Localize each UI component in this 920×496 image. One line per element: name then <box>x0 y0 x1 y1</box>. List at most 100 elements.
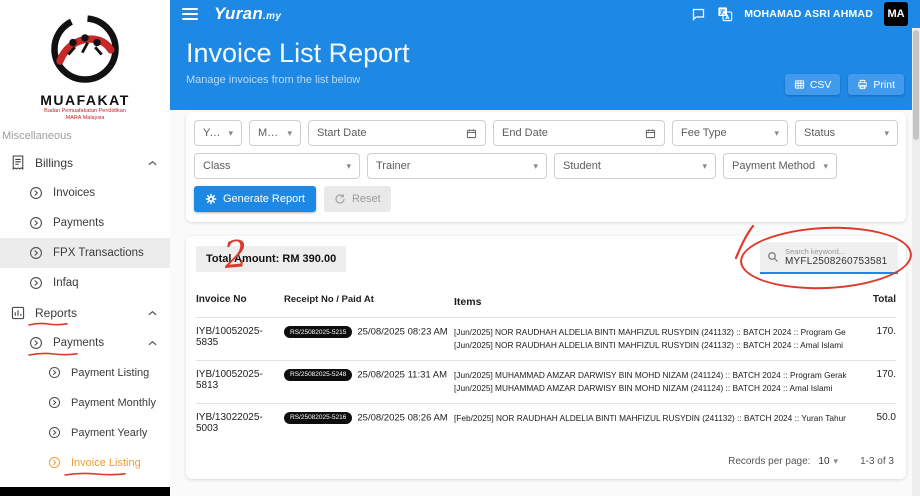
org-logo-caption2: MARA Malaysia <box>0 115 170 122</box>
fee-type-select[interactable]: Fee Type▾ <box>672 120 788 146</box>
table-row: IYB/10052025-5813 RS/25082025-524825/08/… <box>196 360 896 403</box>
user-name: MOHAMAD ASRI AHMAD <box>744 8 873 20</box>
sidebar-item-label: Invoice Listing <box>71 457 170 469</box>
red-underline-annotation <box>64 471 126 477</box>
red-underline-annotation <box>28 351 78 357</box>
print-icon <box>857 79 868 90</box>
sidebar-item-label: Payments <box>53 217 170 229</box>
invoice-no: IYB/13022025-5003 <box>196 412 284 434</box>
class-select[interactable]: Class▾ <box>194 153 360 179</box>
row-total: 170. <box>856 326 896 337</box>
billings-icon <box>10 155 26 170</box>
chevron-down-icon: ▾ <box>287 128 292 139</box>
gear-icon <box>205 193 217 205</box>
avatar[interactable]: MA <box>884 2 908 26</box>
calendar-icon <box>645 128 656 139</box>
sidebar-item-label: Reports <box>35 306 148 320</box>
org-logo-caption: Badan Pemuafakatan Pendidikan <box>0 108 170 115</box>
total-amount-label: Total Amount: <box>206 253 279 265</box>
sidebar-item-infaq[interactable]: Infaq <box>0 268 170 298</box>
app-root: MUAFAKAT Badan Pemuafakatan Pendidikan M… <box>0 0 920 496</box>
org-logo-title: MUAFAKAT <box>0 92 170 108</box>
start-date-input[interactable]: Start Date <box>308 120 486 146</box>
row-total: 170. <box>856 369 896 380</box>
sidebar-item-label: Payment Monthly <box>71 397 170 409</box>
month-select[interactable]: Mon...▾ <box>249 120 301 146</box>
reset-icon <box>334 193 346 205</box>
sidebar-item-payment-yearly[interactable]: Payment Yearly <box>0 418 170 448</box>
brand-text: Yuran <box>214 4 263 23</box>
status-select[interactable]: Status▾ <box>795 120 898 146</box>
sidebar-item-payments[interactable]: Payments <box>0 208 170 238</box>
main-area: Yuran.my MOHAMAD ASRI AHMAD MA Invoice L… <box>170 0 920 496</box>
arrow-circle-icon <box>46 456 62 469</box>
chevron-up-icon <box>148 310 157 316</box>
translate-icon[interactable] <box>717 6 733 22</box>
generate-report-button[interactable]: Generate Report <box>194 186 316 212</box>
table-header: Invoice No Receipt No / Paid At Items To… <box>196 290 896 317</box>
print-button[interactable]: Print <box>848 74 904 95</box>
scrollbar[interactable] <box>912 28 920 496</box>
receipt-badge: RS/25082025-5215 <box>284 326 352 338</box>
trainer-select[interactable]: Trainer▾ <box>367 153 547 179</box>
table-row: IYB/13022025-5003 RS/25082025-521625/08/… <box>196 403 896 442</box>
page-title: Invoice List Report <box>186 38 904 69</box>
records-per-page-label: Records per page: <box>728 456 810 467</box>
chevron-down-icon: ▾ <box>533 161 538 172</box>
filter-row-1: Year▾ Mon...▾ Start Date End Date Fee Ty… <box>194 120 898 146</box>
chevron-down-icon: ▾ <box>228 128 233 139</box>
student-select[interactable]: Student▾ <box>554 153 716 179</box>
arrow-circle-icon <box>28 336 44 350</box>
chevron-down-icon: ▾ <box>702 161 707 172</box>
item-line: [Feb/2025] NOR RAUDHAH ALDELIA BINTI MAH… <box>454 412 846 425</box>
search-wrap: Search keyword... MYFL2508260753581 <box>760 242 898 274</box>
sidebar-item-label: Payment Listing <box>71 367 170 379</box>
search-input[interactable]: Search keyword... MYFL2508260753581 <box>760 242 898 274</box>
sidebar-item-invoices[interactable]: Invoices <box>0 178 170 208</box>
search-value: MYFL2508260753581 <box>785 256 887 267</box>
item-line: [Jun/2025] MUHAMMAD AMZAR DARWISY BIN MO… <box>454 382 846 395</box>
chevron-down-icon: ▾ <box>774 128 779 139</box>
paid-at: 25/08/2025 11:31 AM <box>357 369 447 380</box>
search-icon <box>767 251 779 263</box>
sidebar-item-fpx-transactions[interactable]: FPX Transactions <box>0 238 170 268</box>
pagination: Records per page: 10▾ 1-3 of 3 <box>196 456 896 467</box>
menu-icon[interactable] <box>182 8 198 20</box>
scrollbar-thumb[interactable] <box>913 30 919 140</box>
brand-logo: Yuran.my <box>214 4 281 24</box>
org-logo: MUAFAKAT Badan Pemuafakatan Pendidikan M… <box>0 0 170 122</box>
sidebar-item-billings[interactable]: Billings <box>0 148 170 178</box>
sidebar-item-payments-group[interactable]: Payments <box>0 328 170 358</box>
year-select[interactable]: Year▾ <box>194 120 242 146</box>
chat-icon[interactable] <box>691 7 706 22</box>
pagination-range: 1-3 of 3 <box>860 456 894 467</box>
sidebar-item-payment-monthly[interactable]: Payment Monthly <box>0 388 170 418</box>
arrow-circle-icon <box>46 366 62 379</box>
sidebar-item-payment-listing[interactable]: Payment Listing <box>0 358 170 388</box>
reset-button[interactable]: Reset <box>324 186 391 212</box>
red-underline-annotation <box>28 321 68 327</box>
filter-actions: Generate Report Reset <box>194 186 898 212</box>
search-placeholder: Search keyword... <box>785 247 887 256</box>
sidebar-item-reports[interactable]: Reports <box>0 298 170 328</box>
arrow-circle-icon <box>28 246 44 260</box>
sidebar-item-label: Billings <box>35 156 148 170</box>
reset-label: Reset <box>352 193 381 205</box>
paid-at: 25/08/2025 08:26 AM <box>357 412 447 423</box>
sidebar: MUAFAKAT Badan Pemuafakatan Pendidikan M… <box>0 0 170 496</box>
items-cell: [Feb/2025] NOR RAUDHAH ALDELIA BINTI MAH… <box>454 412 856 425</box>
sidebar-item-invoice-listing[interactable]: Invoice Listing <box>0 448 170 478</box>
end-date-input[interactable]: End Date <box>493 120 665 146</box>
page-header: Invoice List Report Manage invoices from… <box>170 28 920 110</box>
item-line: [Jun/2025] NOR RAUDHAH ALDELIA BINTI MAH… <box>454 326 846 339</box>
total-amount-value: RM 390.00 <box>282 253 336 265</box>
paid-at: 25/08/2025 08:23 AM <box>357 327 447 338</box>
csv-button[interactable]: CSV <box>785 74 841 95</box>
generate-report-label: Generate Report <box>223 193 305 205</box>
records-per-page-select[interactable]: 10▾ <box>818 456 838 467</box>
arrow-circle-icon <box>28 216 44 230</box>
chevron-down-icon: ▾ <box>346 161 351 172</box>
content-area: Year▾ Mon...▾ Start Date End Date Fee Ty… <box>170 110 920 496</box>
payment-method-select[interactable]: Payment Method▾ <box>723 153 837 179</box>
chevron-up-icon <box>148 340 157 346</box>
